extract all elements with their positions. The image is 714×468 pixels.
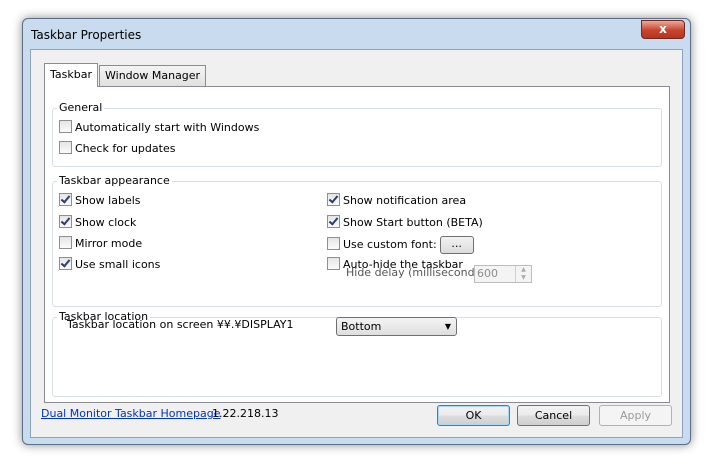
title-bar[interactable]: Taskbar Properties x — [23, 19, 690, 49]
custom-font-label: Use custom font: — [343, 238, 437, 251]
appearance-group-title: Taskbar appearance — [57, 174, 172, 188]
homepage-link[interactable]: Dual Monitor Taskbar Homepage — [41, 407, 221, 420]
start-button-label: Show Start button (BETA) — [343, 216, 483, 229]
auto-start-label: Automatically start with Windows — [75, 121, 260, 134]
ok-button[interactable]: OK — [437, 405, 510, 426]
version-label: 1.22.218.13 — [212, 407, 279, 420]
dialog-client-area: Taskbar Window Manager General Automatic… — [30, 49, 683, 438]
notification-area-label: Show notification area — [343, 194, 467, 207]
small-icons-checkbox[interactable]: Use small icons — [59, 257, 160, 273]
show-clock-checkbox-box[interactable] — [59, 215, 72, 228]
small-icons-checkbox-box[interactable] — [59, 257, 72, 270]
auto-hide-checkbox-box[interactable] — [327, 257, 340, 270]
show-labels-checkbox-box[interactable] — [59, 193, 72, 206]
small-icons-label: Use small icons — [75, 258, 161, 271]
show-clock-checkbox[interactable]: Show clock — [59, 215, 136, 231]
start-button-checkbox[interactable]: Show Start button (BETA) — [327, 215, 483, 231]
hide-delay-value[interactable]: 600 — [477, 267, 498, 280]
show-labels-label: Show labels — [75, 194, 141, 207]
general-group-title: General — [57, 101, 105, 115]
custom-font-checkbox[interactable]: Use custom font:... — [327, 236, 474, 254]
taskbar-properties-window: Taskbar Properties x Taskbar Window Mana… — [22, 18, 691, 445]
location-selected-value: Bottom — [341, 320, 382, 333]
cancel-button[interactable]: Cancel — [517, 405, 590, 426]
spinner-arrows[interactable]: ▲ ▼ — [515, 266, 531, 282]
spin-up-icon[interactable]: ▲ — [516, 266, 531, 274]
taskbar-tab-panel: General Automatically start with Windows… — [44, 86, 670, 403]
check-updates-checkbox[interactable]: Check for updates — [59, 141, 175, 157]
auto-start-checkbox[interactable]: Automatically start with Windows — [59, 120, 259, 136]
close-button[interactable]: x — [641, 20, 685, 39]
mirror-mode-label: Mirror mode — [75, 237, 143, 250]
check-updates-label: Check for updates — [75, 142, 176, 155]
apply-button[interactable]: Apply — [599, 405, 672, 426]
chevron-down-icon: ▼ — [444, 322, 451, 331]
location-screen-label: Taskbar location on screen ¥¥.¥DISPLAY1 — [67, 318, 294, 331]
mirror-mode-checkbox-box[interactable] — [59, 236, 72, 249]
start-button-checkbox-box[interactable] — [327, 215, 340, 228]
choose-font-button[interactable]: ... — [439, 236, 474, 254]
show-clock-label: Show clock — [75, 216, 137, 229]
tab-window-manager[interactable]: Window Manager — [99, 65, 207, 86]
close-icon: x — [659, 22, 667, 36]
notification-area-checkbox[interactable]: Show notification area — [327, 193, 466, 209]
show-labels-checkbox[interactable]: Show labels — [59, 193, 141, 209]
hide-delay-label: Hide delay (milliseconds): — [346, 266, 489, 279]
notification-area-checkbox-box[interactable] — [327, 193, 340, 206]
spin-down-icon[interactable]: ▼ — [516, 274, 531, 282]
location-dropdown[interactable]: Bottom ▼ — [336, 317, 457, 336]
check-updates-checkbox-box[interactable] — [59, 141, 72, 154]
custom-font-checkbox-box[interactable] — [327, 237, 340, 250]
appearance-group: Taskbar appearance Show labels Show cloc… — [52, 174, 662, 307]
general-group: General Automatically start with Windows… — [52, 101, 662, 167]
tab-taskbar[interactable]: Taskbar — [44, 63, 98, 87]
window-title: Taskbar Properties — [31, 28, 142, 42]
mirror-mode-checkbox[interactable]: Mirror mode — [59, 236, 142, 252]
hide-delay-spinner[interactable]: 600 ▲ ▼ — [474, 265, 532, 283]
auto-start-checkbox-box[interactable] — [59, 120, 72, 133]
